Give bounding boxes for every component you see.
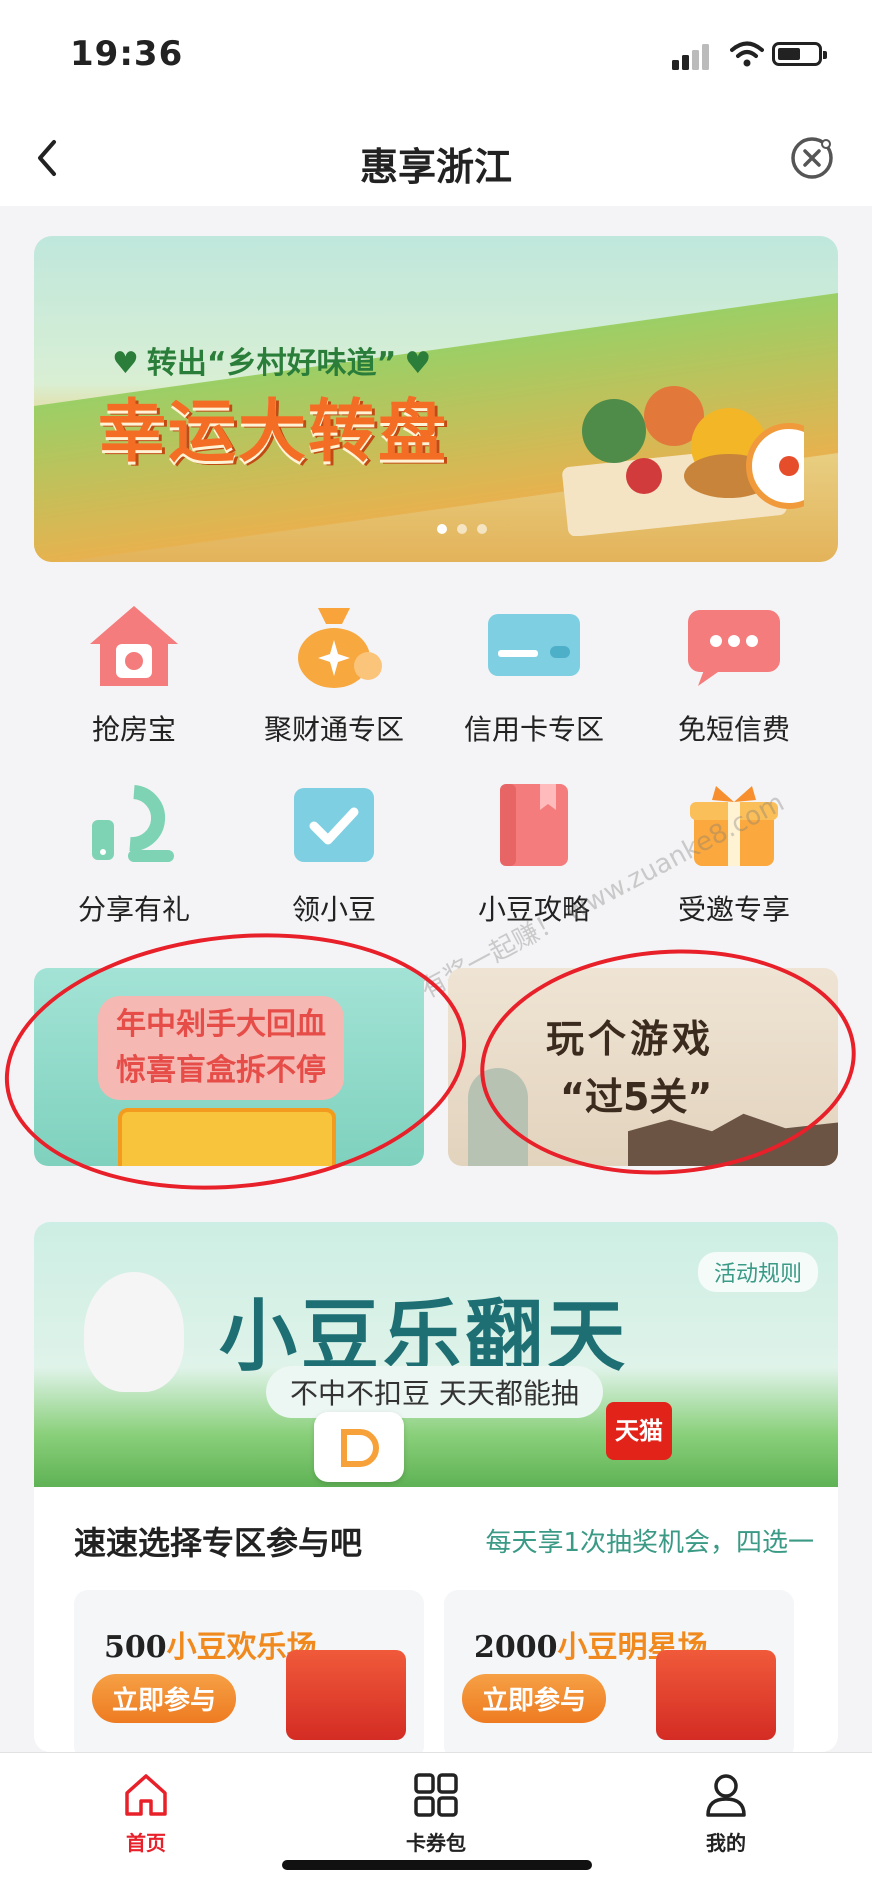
join-button[interactable]: 立即参与 [462, 1674, 607, 1723]
status-bar: 19:36 [0, 0, 872, 110]
grid-item-share[interactable]: 分享有礼 [34, 780, 234, 928]
didi-logo-icon [314, 1412, 404, 1482]
message-icon [688, 610, 780, 686]
red-envelope-icon [656, 1650, 776, 1740]
grid-label: 领小豆 [291, 893, 376, 926]
grid-label: 免短信费 [677, 713, 790, 746]
nav-bar: 惠享浙江 [0, 110, 872, 206]
section-hint: 每天享1次抽奖机会，四选一 [485, 1528, 814, 1558]
grid-item-credit-card[interactable]: 信用卡专区 [434, 600, 634, 748]
rules-button[interactable]: 活动规则 [697, 1252, 818, 1292]
grid-item-collect-beans[interactable]: 领小豆 [234, 780, 434, 928]
lottery-card-500[interactable]: 500小豆欢乐场 立即参与 [74, 1590, 424, 1752]
lottery-section: 小豆乐翻天 不中不扣豆 天天都能抽 活动规则 天猫 速速选择专区参与吧 每天享1… [34, 1222, 838, 1752]
grid-item-wealth[interactable]: 聚财通专区 [234, 600, 434, 748]
grid-item-house[interactable]: 抢房宝 [34, 600, 234, 748]
home-icon [125, 1774, 167, 1816]
grid-label: 分享有礼 [77, 893, 190, 926]
page-title: 惠享浙江 [359, 145, 512, 189]
tab-mine[interactable]: 我的 [666, 1771, 786, 1856]
lottery-card-2000[interactable]: 2000小豆明星场 立即参与 [444, 1590, 794, 1752]
battery-icon [772, 42, 827, 66]
grid-label: 受邀专享 [677, 893, 790, 926]
harvest-basket-illustration [562, 386, 804, 536]
user-icon [706, 1774, 746, 1817]
tab-home[interactable]: 首页 [86, 1771, 206, 1856]
card-title: 500小豆欢乐场 [104, 1630, 317, 1665]
money-bag-icon [298, 608, 382, 688]
home-indicator [282, 1860, 592, 1870]
grid-icon [414, 1773, 458, 1817]
tmall-logo: 天猫 [606, 1402, 672, 1460]
lottery-hero: 小豆乐翻天 不中不扣豆 天天都能抽 活动规则 天猫 [34, 1222, 838, 1487]
tab-coupons[interactable]: 卡券包 [376, 1771, 496, 1856]
book-icon [500, 784, 568, 866]
tab-label: 我的 [706, 1831, 746, 1855]
hero-banner[interactable]: ♥ 转出“乡村好味道” ♥ 幸运大转盘 [34, 236, 838, 562]
join-button[interactable]: 立即参与 [92, 1674, 237, 1723]
red-envelope-icon [286, 1650, 406, 1740]
banner-title: 幸运大转盘 [98, 393, 449, 472]
wifi-icon [730, 41, 764, 67]
tab-label: 首页 [126, 1831, 166, 1855]
grid-item-sms[interactable]: 免短信费 [634, 600, 834, 748]
section-heading: 速速选择专区参与吧 [74, 1524, 363, 1562]
checkbox-icon [294, 788, 374, 862]
lottery-tagline: 不中不扣豆 天天都能抽 [266, 1366, 603, 1418]
credit-card-icon [488, 614, 580, 676]
grid-label: 聚财通专区 [263, 713, 404, 746]
house-icon [90, 606, 178, 686]
close-miniapp-icon[interactable] [788, 134, 836, 182]
annotation-circle-left [0, 911, 479, 1212]
carousel-indicator [437, 524, 487, 534]
share-icon [92, 785, 174, 862]
mascot-illustration [84, 1272, 184, 1392]
signal-icon [672, 44, 709, 70]
status-time: 19:36 [70, 34, 184, 74]
grid-label: 信用卡专区 [463, 713, 604, 746]
grid-label: 抢房宝 [91, 713, 176, 746]
tab-label: 卡券包 [406, 1831, 466, 1855]
